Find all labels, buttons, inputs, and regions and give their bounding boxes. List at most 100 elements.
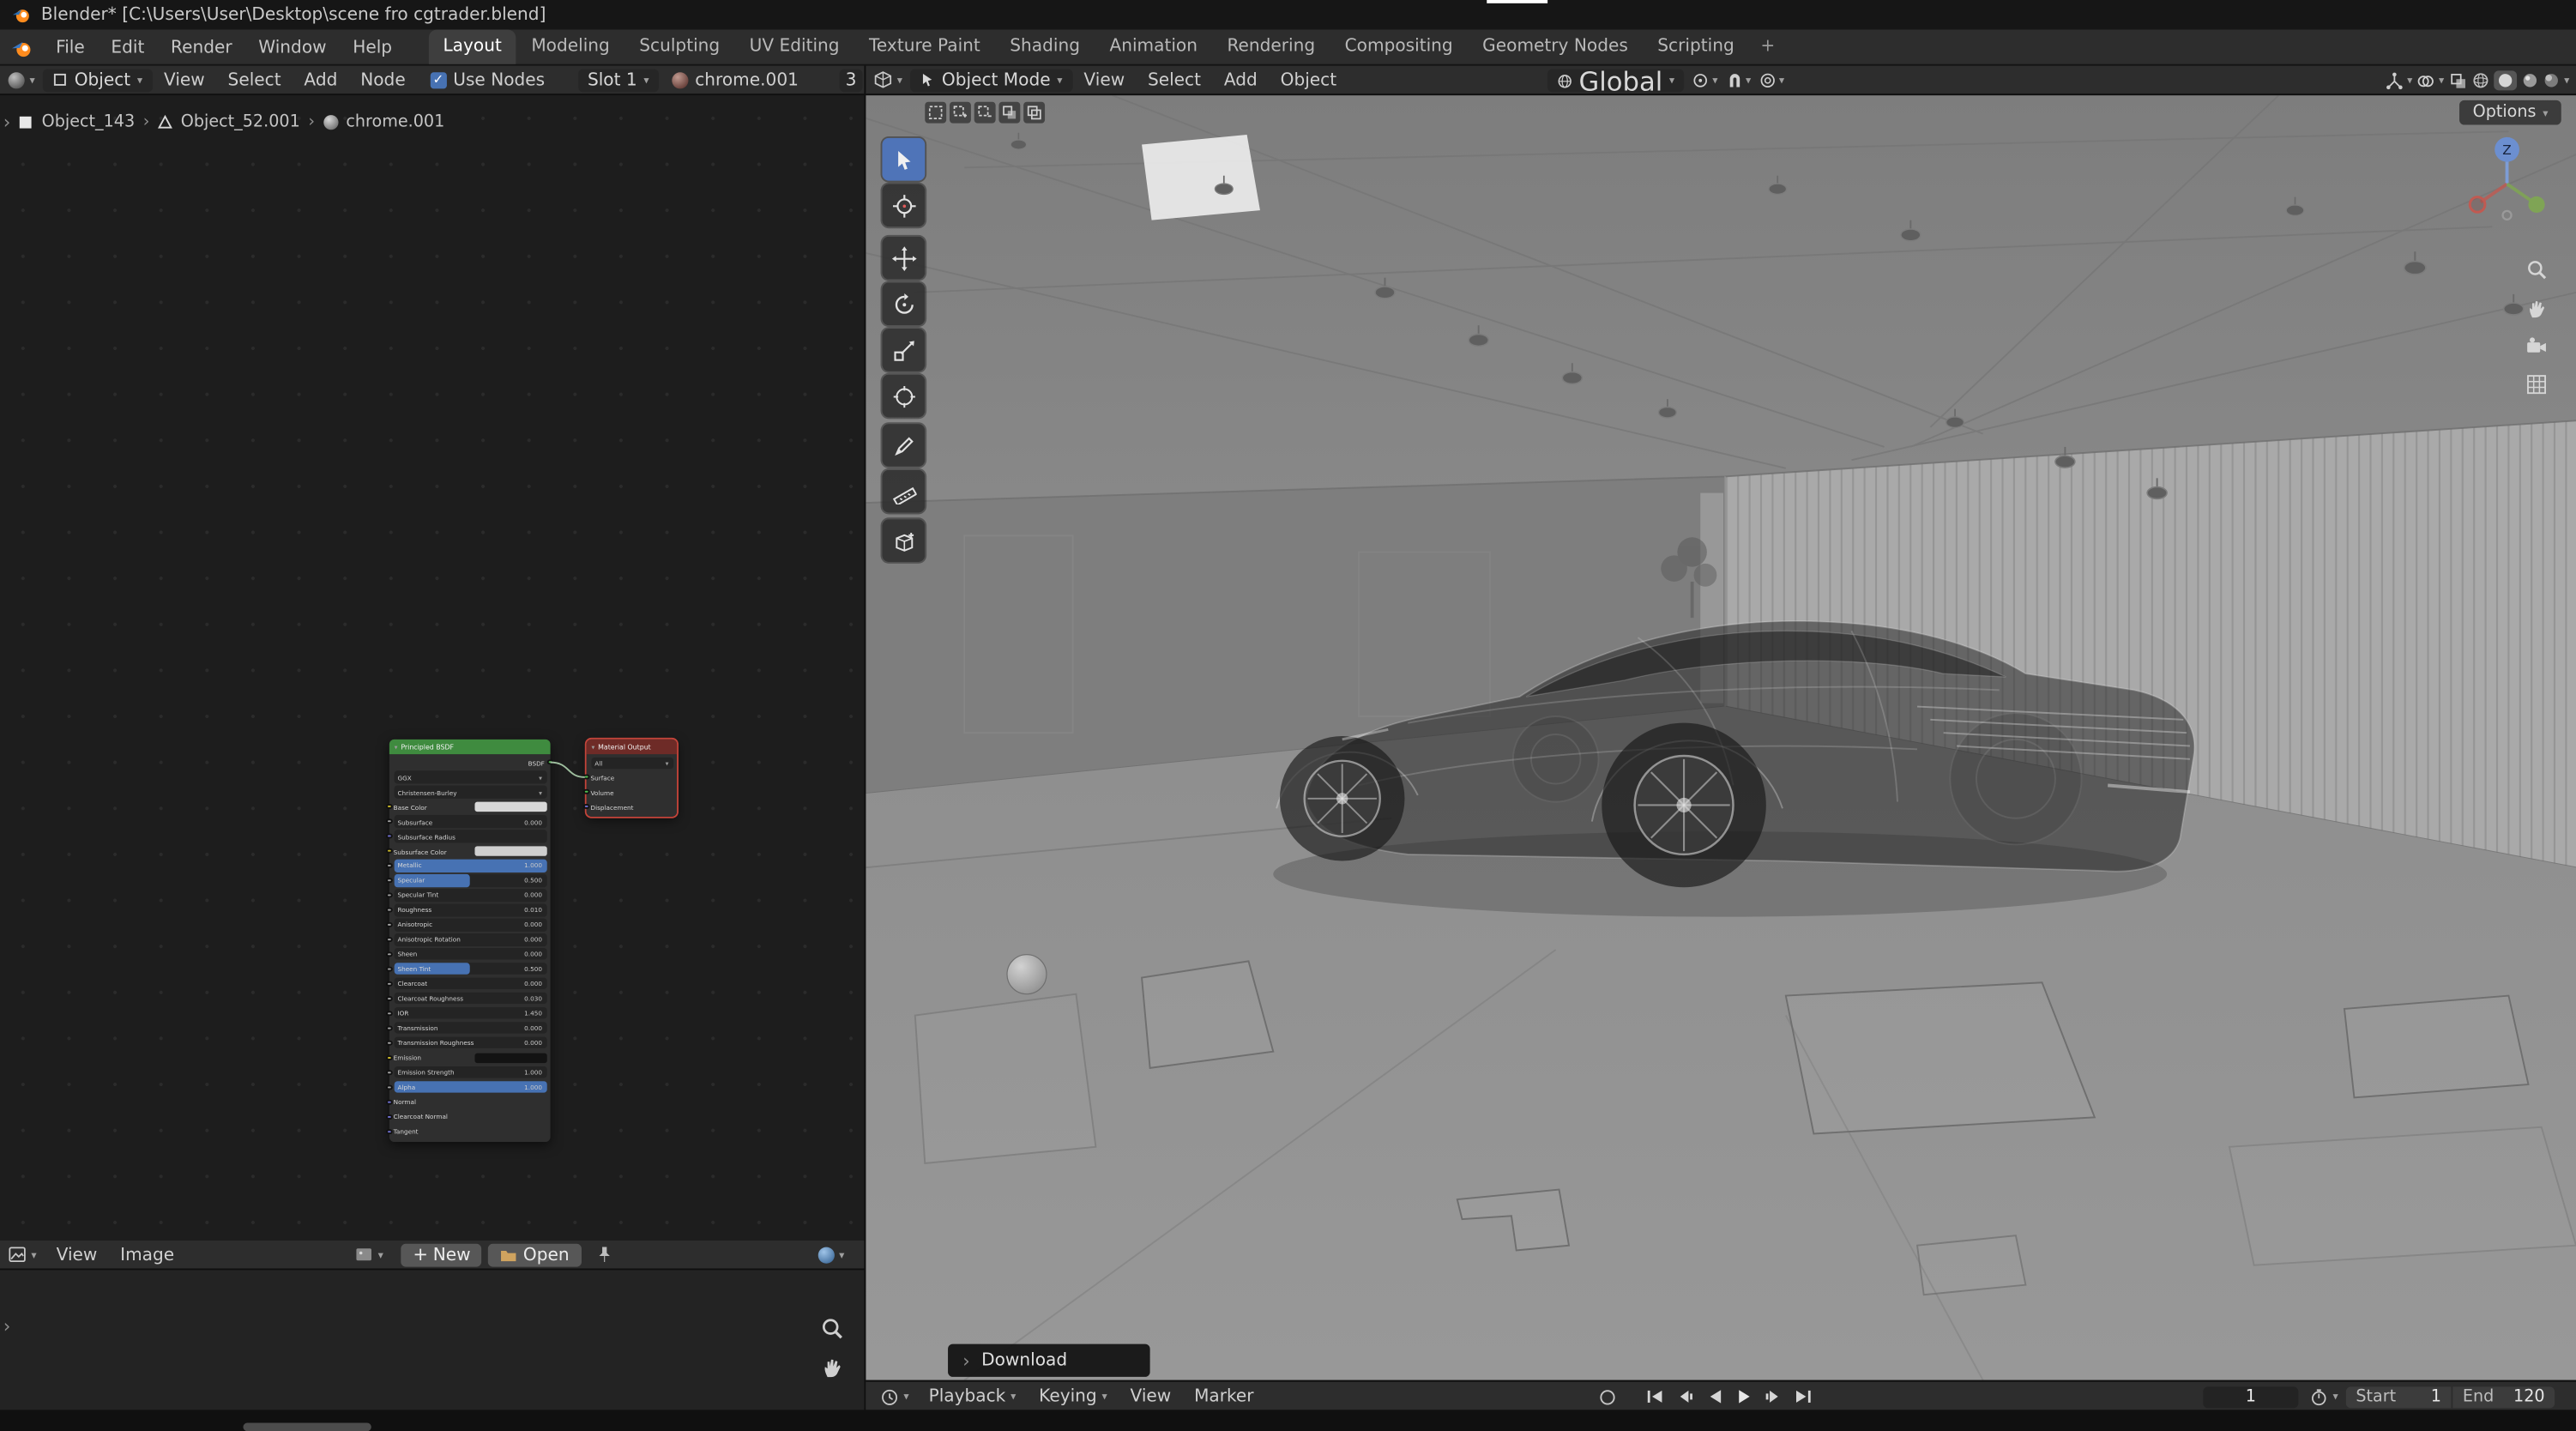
editor-type-selector[interactable]: ▾: [866, 70, 910, 88]
node-row-ior[interactable]: IOR 1.450: [386, 1007, 546, 1020]
vector-socket[interactable]: [386, 1099, 393, 1105]
pan-hand-icon[interactable]: [820, 1356, 845, 1380]
shading-wireframe-button[interactable]: [2472, 72, 2489, 88]
node-row-transmission[interactable]: Transmission 0.000: [386, 1022, 546, 1035]
pin-icon[interactable]: [594, 1246, 612, 1264]
use-nodes-checkbox[interactable]: ✓ Use Nodes: [417, 69, 558, 89]
shader-menu-view[interactable]: View: [153, 69, 217, 89]
vector-socket[interactable]: [386, 1128, 393, 1135]
select-mode-subtract-button[interactable]: [974, 101, 996, 124]
tool-add-primitive-button[interactable]: [882, 519, 926, 562]
select-mode-set-button[interactable]: [925, 101, 947, 124]
value-socket[interactable]: [386, 1025, 393, 1031]
principled-node-header[interactable]: ▾ Principled BSDF: [389, 739, 551, 755]
viewport-menu-object[interactable]: Object: [1269, 69, 1348, 89]
auto-keying-button[interactable]: [1596, 1385, 1620, 1408]
new-image-button[interactable]: + New: [401, 1242, 483, 1266]
select-mode-extend-button[interactable]: [949, 101, 971, 124]
material-output-node[interactable]: ▾ Material Output All ▾ Surface Volume Di…: [583, 739, 678, 818]
node-row-clearcoat-normal[interactable]: Clearcoat Normal: [386, 1111, 546, 1123]
snap-dropdown[interactable]: ▾: [1726, 72, 1751, 88]
timeline-menu-marker[interactable]: Marker: [1183, 1386, 1265, 1406]
pivot-point-dropdown[interactable]: ▾: [1692, 72, 1717, 88]
value-socket[interactable]: [386, 995, 393, 1002]
node-row-emission[interactable]: Emission: [386, 1052, 546, 1064]
mode-dropdown[interactable]: Object Mode ▾: [910, 68, 1073, 92]
zoom-icon[interactable]: [820, 1316, 845, 1341]
shader-menu-select[interactable]: Select: [216, 69, 293, 89]
volume-input-socket[interactable]: [583, 788, 590, 795]
node-row-transmission-roughness[interactable]: Transmission Roughness 0.000: [386, 1036, 546, 1049]
node-row-anisotropic-rotation[interactable]: Anisotropic Rotation 0.000: [386, 933, 546, 946]
proportional-edit-dropdown[interactable]: ▾: [1759, 72, 1784, 88]
shading-solid-button[interactable]: [2493, 70, 2517, 91]
shading-rendered-button[interactable]: [2543, 72, 2559, 88]
node-row-metallic[interactable]: Metallic 1.000: [386, 860, 546, 872]
surface-input-socket[interactable]: [583, 774, 590, 781]
material-output-header[interactable]: ▾ Material Output: [586, 739, 678, 755]
transform-orientation-dropdown[interactable]: Global ▾: [1547, 66, 1685, 96]
tool-annotate-button[interactable]: [882, 424, 926, 467]
subsurface-color-swatch[interactable]: [474, 846, 546, 856]
displacement-input-socket[interactable]: [583, 804, 590, 810]
node-row-clearcoat[interactable]: Clearcoat 0.000: [386, 978, 546, 990]
value-socket[interactable]: [386, 1011, 393, 1017]
value-socket[interactable]: [386, 1069, 393, 1076]
blender-menu-icon[interactable]: [0, 29, 43, 63]
shader-type-dropdown[interactable]: Object ▾: [43, 68, 153, 92]
vector-socket[interactable]: [386, 833, 393, 840]
node-row-surface[interactable]: Surface: [583, 771, 673, 783]
subsurface-method-dropdown[interactable]: Christensen-Burley ▾: [393, 786, 546, 799]
node-row-specular[interactable]: Specular 0.500: [386, 874, 546, 887]
value-socket[interactable]: [386, 818, 393, 824]
navigation-gizmo[interactable]: Z: [2451, 128, 2556, 233]
distribution-dropdown[interactable]: GGX ▾: [393, 771, 546, 783]
prev-keyframe-button[interactable]: [1673, 1385, 1698, 1408]
use-preview-range-button[interactable]: ▾: [2310, 1382, 2338, 1411]
tab-sculpting[interactable]: Sculpting: [624, 29, 734, 63]
node-row-displacement[interactable]: Displacement: [583, 801, 673, 813]
select-mode-invert-button[interactable]: [998, 101, 1021, 124]
output-target-dropdown[interactable]: All ▾: [590, 756, 673, 769]
editor-type-selector[interactable]: ▾: [872, 1387, 917, 1405]
base-color-swatch[interactable]: [474, 802, 546, 812]
node-editor-canvas[interactable]: › Object_143 › Object_52.001 › chrome.00…: [0, 95, 865, 1241]
value-socket[interactable]: [386, 892, 393, 898]
horizontal-scrollbar[interactable]: [243, 1422, 371, 1431]
material-datablock[interactable]: chrome.001: [659, 69, 811, 89]
next-keyframe-button[interactable]: [1761, 1385, 1786, 1408]
tool-measure-button[interactable]: [882, 469, 926, 513]
node-row-tangent[interactable]: Tangent: [386, 1126, 546, 1138]
bsdf-output-socket[interactable]: [547, 759, 553, 766]
value-socket[interactable]: [386, 907, 393, 914]
gizmo-neg-z-axis[interactable]: [2501, 209, 2513, 221]
tool-rotate-button[interactable]: [882, 282, 926, 326]
gizmo-x-axis[interactable]: [2468, 196, 2487, 214]
play-button[interactable]: [1732, 1385, 1757, 1408]
tab-geometry-nodes[interactable]: Geometry Nodes: [1468, 29, 1643, 63]
show-gizmo-dropdown[interactable]: ▾: [2386, 71, 2412, 89]
node-row-subsurface-color[interactable]: Subsurface Color: [386, 845, 546, 857]
shader-menu-add[interactable]: Add: [293, 69, 349, 89]
current-frame-field[interactable]: 1: [2203, 1386, 2299, 1408]
frame-end-field[interactable]: End 120: [2452, 1386, 2555, 1408]
material-slot-dropdown[interactable]: Slot 1 ▾: [577, 68, 660, 92]
value-socket[interactable]: [386, 951, 393, 957]
node-row-sheen[interactable]: Sheen 0.000: [386, 948, 546, 961]
node-row-normal[interactable]: Normal: [386, 1096, 546, 1108]
value-socket[interactable]: [386, 1040, 393, 1046]
tool-select-box-button[interactable]: [882, 137, 926, 181]
collapse-arrow-icon[interactable]: ▾: [591, 743, 594, 752]
node-row-volume[interactable]: Volume: [583, 786, 673, 798]
image-menu-view[interactable]: View: [45, 1245, 109, 1265]
principled-bsdf-node[interactable]: ▾ Principled BSDF BSDF GGX ▾ Christensen-…: [386, 739, 553, 1142]
sidebar-toggle-arrow[interactable]: ›: [3, 112, 10, 133]
editor-type-selector[interactable]: ▾: [0, 71, 43, 88]
menu-render[interactable]: Render: [158, 29, 245, 63]
select-mode-intersect-button[interactable]: [1023, 101, 1046, 124]
node-row-base-color[interactable]: Base Color: [386, 801, 546, 813]
tab-shading[interactable]: Shading: [995, 29, 1095, 63]
tab-modeling[interactable]: Modeling: [516, 29, 624, 63]
value-socket[interactable]: [386, 937, 393, 943]
value-socket[interactable]: [386, 878, 393, 884]
